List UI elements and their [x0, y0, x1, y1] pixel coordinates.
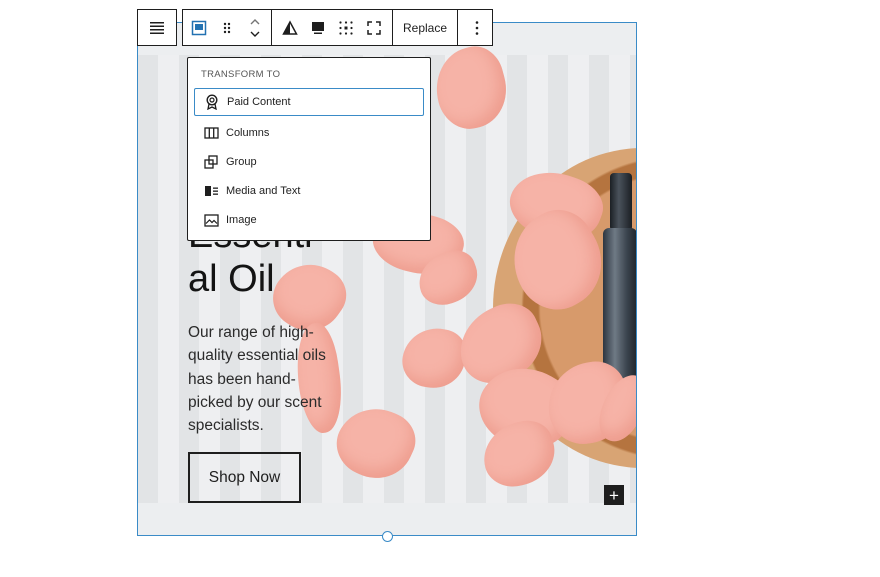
full-height-button[interactable] [360, 14, 388, 42]
menu-item-label: Image [226, 214, 257, 226]
bottle-cap-image [610, 173, 632, 231]
menu-item-image[interactable]: Image [194, 206, 424, 234]
menu-item-label: Paid Content [227, 96, 291, 108]
toolbar-group [458, 10, 496, 45]
parent-block-toolbar [137, 9, 177, 46]
image-icon [203, 212, 219, 228]
align-left-icon [150, 21, 164, 34]
more-options-button[interactable] [463, 14, 491, 42]
more-vertical-icon [475, 20, 479, 35]
toolbar-group [138, 10, 176, 45]
menu-item-group[interactable]: Group [194, 148, 424, 176]
drag-handle-icon [223, 22, 231, 33]
transform-menu: TRANSFORM TO Paid Content Columns Group … [187, 57, 431, 241]
heading-line: al Oil [188, 258, 275, 300]
menu-item-paid-content[interactable]: Paid Content [194, 88, 424, 116]
toolbar-group [272, 10, 393, 45]
contrast-icon [282, 19, 298, 35]
drag-handle[interactable] [213, 14, 241, 42]
content-position-button[interactable] [304, 14, 332, 42]
toolbar-group: Replace [393, 10, 459, 45]
group-icon [203, 154, 219, 170]
position-icon [312, 21, 324, 34]
menu-item-media-and-text[interactable]: Media and Text [194, 177, 424, 205]
add-block-button[interactable]: + [604, 485, 624, 505]
shop-now-button[interactable]: Shop Now [188, 452, 301, 503]
move-up-down-buttons[interactable] [241, 14, 269, 42]
block-toolbar: Replace [182, 9, 493, 46]
matrix-icon [339, 20, 353, 35]
menu-title: TRANSFORM TO [201, 69, 281, 80]
matrix-alignment-button[interactable] [332, 14, 360, 42]
cover-block-icon [191, 20, 207, 35]
chevron-up-down-icon [250, 18, 260, 37]
overlay-color-button[interactable] [276, 14, 304, 42]
resize-handle[interactable] [382, 531, 393, 542]
fullscreen-icon [367, 20, 381, 35]
menu-item-columns[interactable]: Columns [194, 119, 424, 147]
menu-item-label: Media and Text [226, 185, 301, 197]
media-text-icon [203, 183, 219, 199]
cover-paragraph[interactable]: Our range of high-quality essential oils… [188, 321, 338, 437]
columns-icon [203, 125, 219, 141]
menu-item-label: Columns [226, 127, 270, 139]
block-type-button[interactable] [185, 14, 213, 42]
toolbar-group [183, 10, 272, 45]
select-parent-button[interactable] [143, 14, 171, 42]
menu-item-label: Group [226, 156, 257, 168]
award-icon [204, 94, 220, 110]
replace-button[interactable]: Replace [399, 21, 451, 35]
